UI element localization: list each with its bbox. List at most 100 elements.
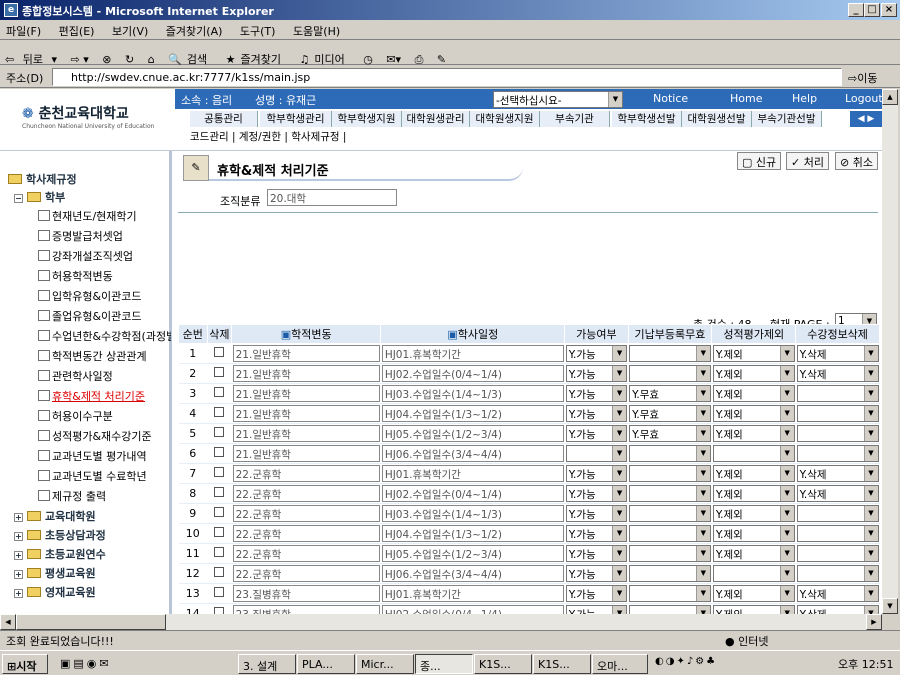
- schedule-field[interactable]: HJ03.수업일수(1/4~1/3): [381, 385, 564, 402]
- fee-void-select[interactable]: [629, 605, 711, 614]
- history-icon[interactable]: ◷: [358, 48, 378, 66]
- stop-icon[interactable]: ⊗: [97, 48, 116, 66]
- tab-common[interactable]: 공통관리: [190, 111, 258, 127]
- sidebar-item-course-org[interactable]: 강좌개설조직셋업: [38, 248, 133, 266]
- course-delete-select[interactable]: Y.삭제: [796, 345, 879, 362]
- sidebar-item-print[interactable]: 제규정 출력: [38, 488, 106, 506]
- schedule-field[interactable]: HJ03.수업일수(1/4~1/3): [381, 505, 564, 522]
- system-select[interactable]: -선택하십시요-: [493, 91, 623, 108]
- sidebar-root[interactable]: 학사제규정: [8, 171, 77, 189]
- sidebar-item-related-schedule[interactable]: 관련학사일정: [38, 368, 113, 386]
- available-select[interactable]: Y.가능: [565, 565, 628, 582]
- edit-icon[interactable]: ✎: [432, 48, 451, 66]
- scroll-up-icon[interactable]: ▲: [882, 89, 898, 105]
- grade-exclude-select[interactable]: Y.제외: [712, 545, 795, 562]
- notice-link[interactable]: Notice: [653, 92, 688, 105]
- favorites-button[interactable]: ★ 즐겨찾기: [221, 41, 291, 67]
- schedule-field[interactable]: HJ04.수업일수(1/3~1/2): [381, 525, 564, 542]
- sidebar-item-admission-type[interactable]: 입학유형&이관코드: [38, 288, 142, 306]
- schedule-field[interactable]: HJ01.휴복학기간: [381, 465, 564, 482]
- menu-view[interactable]: 보기(V): [106, 20, 156, 39]
- home-icon[interactable]: ⌂: [143, 48, 160, 66]
- subnav-code[interactable]: 코드관리: [190, 131, 229, 143]
- schedule-field[interactable]: HJ04.수업일수(1/3~1/2): [381, 405, 564, 422]
- course-delete-select[interactable]: [796, 405, 879, 422]
- grade-exclude-select[interactable]: Y.제외: [712, 365, 795, 382]
- schedule-field[interactable]: HJ05.수업일수(1/2~3/4): [381, 425, 564, 442]
- fee-void-select[interactable]: [629, 585, 711, 602]
- delete-checkbox[interactable]: [207, 383, 232, 404]
- course-delete-select[interactable]: Y.삭제: [796, 585, 879, 602]
- fee-void-select[interactable]: [629, 545, 711, 562]
- change-field[interactable]: 22.군휴학: [232, 525, 380, 542]
- fee-void-select[interactable]: Y.무효: [629, 385, 711, 402]
- fee-void-select[interactable]: Y.무효: [629, 405, 711, 422]
- delete-checkbox[interactable]: [207, 463, 232, 484]
- fee-void-select[interactable]: [629, 505, 711, 522]
- tab-grad-support[interactable]: 대학원생지원: [470, 111, 540, 127]
- sidebar-group-teacher-training[interactable]: + 초등교원연수: [14, 546, 106, 564]
- horizontal-scrollbar[interactable]: ◀ ▶: [0, 614, 882, 630]
- task-5[interactable]: K1S...: [474, 654, 532, 674]
- course-delete-select[interactable]: [796, 565, 879, 582]
- delete-checkbox[interactable]: [207, 563, 232, 584]
- back-button[interactable]: ⇦ 뒤로 ▾: [0, 41, 62, 67]
- nav-arrows[interactable]: ◀ ▶: [850, 111, 882, 127]
- tab-undergrad-mgmt[interactable]: 학부학생관리: [260, 111, 332, 127]
- address-input[interactable]: http://swdev.cnue.ac.kr:7777/k1ss/main.j…: [52, 68, 842, 86]
- change-field[interactable]: 22.군휴학: [232, 565, 380, 582]
- minimize-button[interactable]: _: [848, 3, 864, 17]
- change-field[interactable]: 21.일반휴학: [232, 385, 380, 402]
- available-select[interactable]: Y.가능: [565, 425, 628, 442]
- fee-void-select[interactable]: [629, 465, 711, 482]
- delete-checkbox[interactable]: [207, 483, 232, 504]
- course-delete-select[interactable]: [796, 545, 879, 562]
- grade-exclude-select[interactable]: [712, 565, 795, 582]
- menu-help[interactable]: 도움말(H): [287, 20, 348, 39]
- sidebar-group-undergrad[interactable]: − 학부: [14, 189, 65, 207]
- go-button[interactable]: ⇨이동: [848, 70, 877, 86]
- delete-checkbox[interactable]: [207, 503, 232, 524]
- change-field[interactable]: 23.질병휴학: [232, 605, 380, 614]
- schedule-field[interactable]: HJ02.수업일수(0/4~1/4): [381, 365, 564, 382]
- change-field[interactable]: 23.질병휴학: [232, 585, 380, 602]
- sidebar-group-grad-school[interactable]: + 교육대학원: [14, 508, 96, 526]
- home-link[interactable]: Home: [730, 92, 762, 105]
- tray-icons[interactable]: ◐◑✦♪⚙♣: [655, 656, 717, 667]
- task-7[interactable]: 오마...: [592, 654, 648, 674]
- menu-tools[interactable]: 도구(T): [234, 20, 284, 39]
- help-link[interactable]: Help: [792, 92, 817, 105]
- vertical-scrollbar[interactable]: ▲ ▼: [882, 89, 898, 614]
- tab-affiliated-admission[interactable]: 부속기관선발: [752, 111, 822, 127]
- course-delete-select[interactable]: Y.삭제: [796, 465, 879, 482]
- available-select[interactable]: Y.가능: [565, 545, 628, 562]
- logout-link[interactable]: Logout: [845, 92, 882, 105]
- start-button[interactable]: ⊞시작: [2, 654, 48, 674]
- sidebar-item-completion-by-year[interactable]: 교과년도별 수료학년: [38, 468, 147, 486]
- available-select[interactable]: Y.가능: [565, 485, 628, 502]
- task-4-active[interactable]: 종...: [415, 654, 473, 674]
- available-select[interactable]: [565, 445, 628, 462]
- tab-undergrad-admission[interactable]: 학부학생선발: [612, 111, 682, 127]
- change-field[interactable]: 21.일반휴학: [232, 425, 380, 442]
- sidebar-item-study-years[interactable]: 수업년한&수강학점(과정별): [38, 328, 171, 346]
- available-select[interactable]: Y.가능: [565, 525, 628, 542]
- scroll-thumb[interactable]: [16, 614, 166, 630]
- delete-checkbox[interactable]: [207, 603, 232, 614]
- course-delete-select[interactable]: [796, 445, 879, 462]
- close-button[interactable]: ×: [881, 3, 897, 17]
- scroll-left-icon[interactable]: ◀: [0, 614, 16, 630]
- scroll-right-icon[interactable]: ▶: [866, 614, 882, 630]
- change-field[interactable]: 22.군휴학: [232, 485, 380, 502]
- sidebar-item-eval-by-year[interactable]: 교과년도별 평가내역: [38, 448, 147, 466]
- delete-checkbox[interactable]: [207, 443, 232, 464]
- delete-checkbox[interactable]: [207, 363, 232, 384]
- course-delete-select[interactable]: [796, 525, 879, 542]
- sidebar-group-gifted[interactable]: + 영재교육원: [14, 584, 96, 602]
- maximize-button[interactable]: □: [864, 3, 880, 17]
- delete-checkbox[interactable]: [207, 423, 232, 444]
- change-field[interactable]: 21.일반휴학: [232, 345, 380, 362]
- mail-icon[interactable]: ✉▾: [381, 48, 406, 66]
- course-delete-select[interactable]: [796, 425, 879, 442]
- fee-void-select[interactable]: [629, 445, 711, 462]
